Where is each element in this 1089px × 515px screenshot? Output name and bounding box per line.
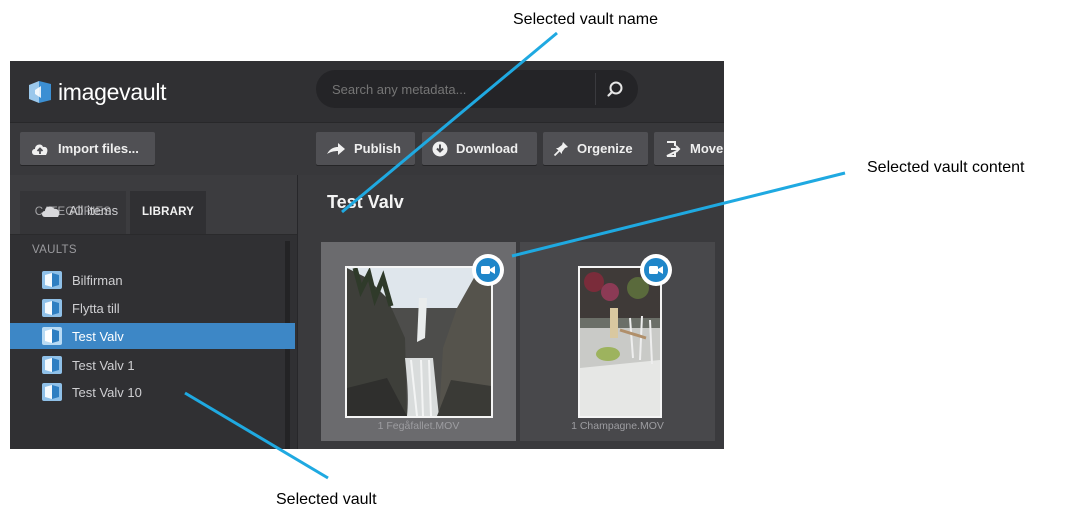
callout-lines <box>184 31 846 480</box>
callout-selected-vault-content: Selected vault content <box>867 159 1025 176</box>
callout-selected-vault: Selected vault <box>276 491 377 508</box>
callout-line-vault-content <box>511 171 846 258</box>
callout-line-vault-name <box>341 31 558 214</box>
callout-line-vault <box>184 391 329 480</box>
callout-selected-vault-name: Selected vault name <box>513 11 658 28</box>
